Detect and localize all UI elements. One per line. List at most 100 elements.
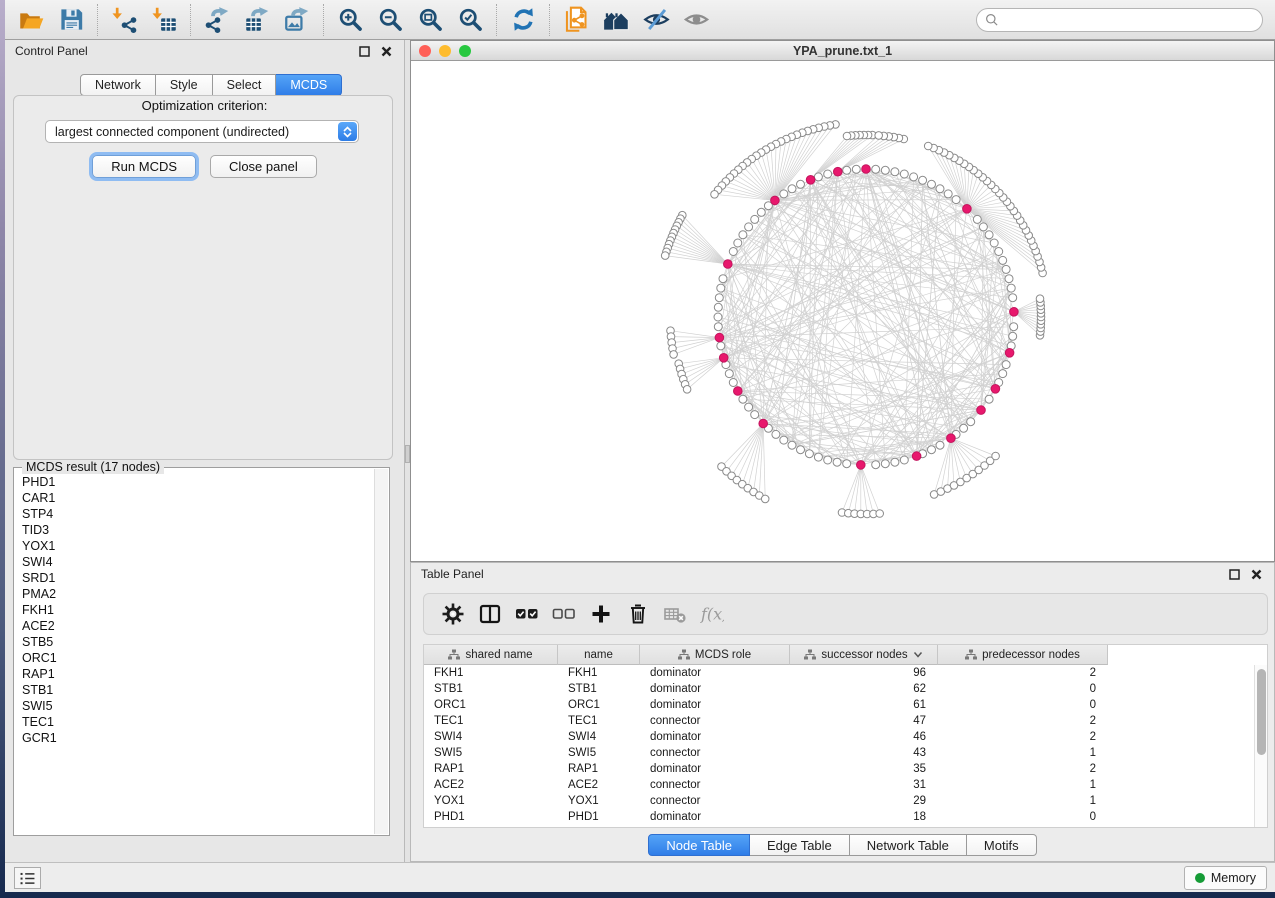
network-node[interactable] bbox=[875, 132, 883, 140]
network-node[interactable] bbox=[745, 403, 753, 411]
table-row[interactable]: PHD1PHD1dominator180 bbox=[424, 809, 1254, 825]
network-node[interactable] bbox=[725, 370, 733, 378]
network-node[interactable] bbox=[661, 252, 669, 260]
network-node[interactable] bbox=[900, 170, 908, 178]
network-node[interactable] bbox=[1002, 361, 1010, 369]
network-node[interactable] bbox=[952, 196, 960, 204]
network-node[interactable] bbox=[729, 379, 737, 387]
toolbar-import-table-button[interactable] bbox=[144, 2, 184, 38]
network-node[interactable] bbox=[734, 239, 742, 247]
table-toolbar-function-button[interactable]: f(x) bbox=[693, 596, 730, 632]
network-node[interactable] bbox=[985, 395, 993, 403]
toolbar-eye-button[interactable] bbox=[676, 2, 716, 38]
network-node[interactable] bbox=[797, 446, 805, 454]
network-node[interactable] bbox=[717, 342, 725, 350]
network-node[interactable] bbox=[717, 284, 725, 292]
network-node[interactable] bbox=[881, 460, 889, 468]
table-row[interactable]: SWI5SWI5connector431 bbox=[424, 745, 1254, 761]
toolbar-folder-open-button[interactable] bbox=[11, 2, 51, 38]
optimization-criterion-select[interactable]: largest connected component (undirected) bbox=[45, 120, 359, 143]
network-node[interactable] bbox=[999, 370, 1007, 378]
network-node[interactable] bbox=[1036, 295, 1044, 303]
network-node[interactable] bbox=[788, 185, 796, 193]
mcds-hub-node[interactable] bbox=[862, 165, 871, 174]
mcds-hub-node[interactable] bbox=[963, 205, 972, 214]
list-item[interactable]: STB5 bbox=[15, 634, 374, 650]
tab-mcds[interactable]: MCDS bbox=[276, 74, 342, 96]
mcds-hub-node[interactable] bbox=[1010, 308, 1019, 317]
mcds-list-scrollbar[interactable] bbox=[374, 469, 388, 834]
network-node[interactable] bbox=[729, 248, 737, 256]
network-node[interactable] bbox=[995, 248, 1003, 256]
global-search-input[interactable] bbox=[1000, 11, 1262, 29]
toolbar-refresh-button[interactable] bbox=[503, 2, 543, 38]
network-node[interactable] bbox=[852, 165, 860, 173]
toolbar-eye-slash-button[interactable] bbox=[636, 2, 676, 38]
network-node[interactable] bbox=[928, 180, 936, 188]
network-node[interactable] bbox=[1002, 265, 1010, 273]
close-panel-button[interactable] bbox=[379, 44, 394, 59]
network-node[interactable] bbox=[751, 411, 759, 419]
column-header-name[interactable]: name bbox=[558, 645, 640, 665]
column-header-successor-nodes[interactable]: successor nodes bbox=[790, 645, 938, 665]
network-node[interactable] bbox=[739, 395, 747, 403]
network-node[interactable] bbox=[683, 386, 691, 394]
network-node[interactable] bbox=[824, 456, 832, 464]
network-node[interactable] bbox=[1005, 275, 1013, 283]
tab-edge-table[interactable]: Edge Table bbox=[750, 834, 850, 856]
network-node[interactable] bbox=[761, 495, 769, 503]
tab-style[interactable]: Style bbox=[156, 74, 213, 96]
table-toolbar-columns-button[interactable] bbox=[471, 596, 508, 632]
mcds-hub-node[interactable] bbox=[912, 452, 921, 461]
toolbar-import-network-button[interactable] bbox=[104, 2, 144, 38]
network-node[interactable] bbox=[891, 168, 899, 176]
network-node[interactable] bbox=[711, 191, 719, 199]
mcds-hub-node[interactable] bbox=[724, 260, 733, 269]
table-toolbar-delete-table-button[interactable] bbox=[656, 596, 693, 632]
list-item[interactable]: ACE2 bbox=[15, 618, 374, 634]
network-node[interactable] bbox=[910, 173, 918, 181]
network-node[interactable] bbox=[1009, 332, 1017, 340]
memory-button[interactable]: Memory bbox=[1184, 866, 1267, 890]
close-table-panel-button[interactable] bbox=[1249, 567, 1264, 582]
table-toolbar-delete-button[interactable] bbox=[619, 596, 656, 632]
network-node[interactable] bbox=[967, 418, 975, 426]
mcds-hub-node[interactable] bbox=[1005, 349, 1014, 358]
network-node[interactable] bbox=[714, 323, 722, 331]
list-item[interactable]: TID3 bbox=[15, 522, 374, 538]
tab-select[interactable]: Select bbox=[213, 74, 277, 96]
network-node[interactable] bbox=[739, 231, 747, 239]
list-item[interactable]: TEC1 bbox=[15, 714, 374, 730]
toolbar-zoom-out-button[interactable] bbox=[370, 2, 410, 38]
network-node[interactable] bbox=[788, 441, 796, 449]
list-item[interactable]: CAR1 bbox=[15, 490, 374, 506]
mcds-hub-node[interactable] bbox=[759, 419, 768, 428]
mcds-hub-node[interactable] bbox=[715, 333, 724, 342]
network-node[interactable] bbox=[814, 173, 822, 181]
mcds-hub-node[interactable] bbox=[806, 176, 815, 185]
network-node[interactable] bbox=[872, 165, 880, 173]
mcds-hub-node[interactable] bbox=[947, 434, 956, 443]
network-node[interactable] bbox=[872, 461, 880, 469]
column-header-shared-name[interactable]: shared name bbox=[424, 645, 558, 665]
tab-node-table[interactable]: Node Table bbox=[648, 834, 750, 856]
network-node[interactable] bbox=[936, 441, 944, 449]
network-node[interactable] bbox=[1009, 294, 1017, 302]
table-toolbar-gear-button[interactable] bbox=[434, 596, 471, 632]
list-item[interactable]: SWI4 bbox=[15, 554, 374, 570]
list-item[interactable]: GCR1 bbox=[15, 730, 374, 746]
network-node[interactable] bbox=[833, 458, 841, 466]
toolbar-zoom-fit-button[interactable] bbox=[410, 2, 450, 38]
network-node[interactable] bbox=[714, 313, 722, 321]
table-row[interactable]: YOX1YOX1connector291 bbox=[424, 793, 1254, 809]
toolbar-zoom-in-button[interactable] bbox=[330, 2, 370, 38]
network-node[interactable] bbox=[979, 223, 987, 231]
toolbar-zoom-selected-button[interactable] bbox=[450, 2, 490, 38]
toolbar-export-image-button[interactable] bbox=[277, 2, 317, 38]
toolbar-houses-button[interactable] bbox=[596, 2, 636, 38]
table-toolbar-add-button[interactable] bbox=[582, 596, 619, 632]
network-canvas[interactable] bbox=[411, 61, 1274, 561]
tab-network[interactable]: Network bbox=[80, 74, 156, 96]
list-item[interactable]: PHD1 bbox=[15, 474, 374, 490]
table-row[interactable]: TEC1TEC1connector472 bbox=[424, 713, 1254, 729]
